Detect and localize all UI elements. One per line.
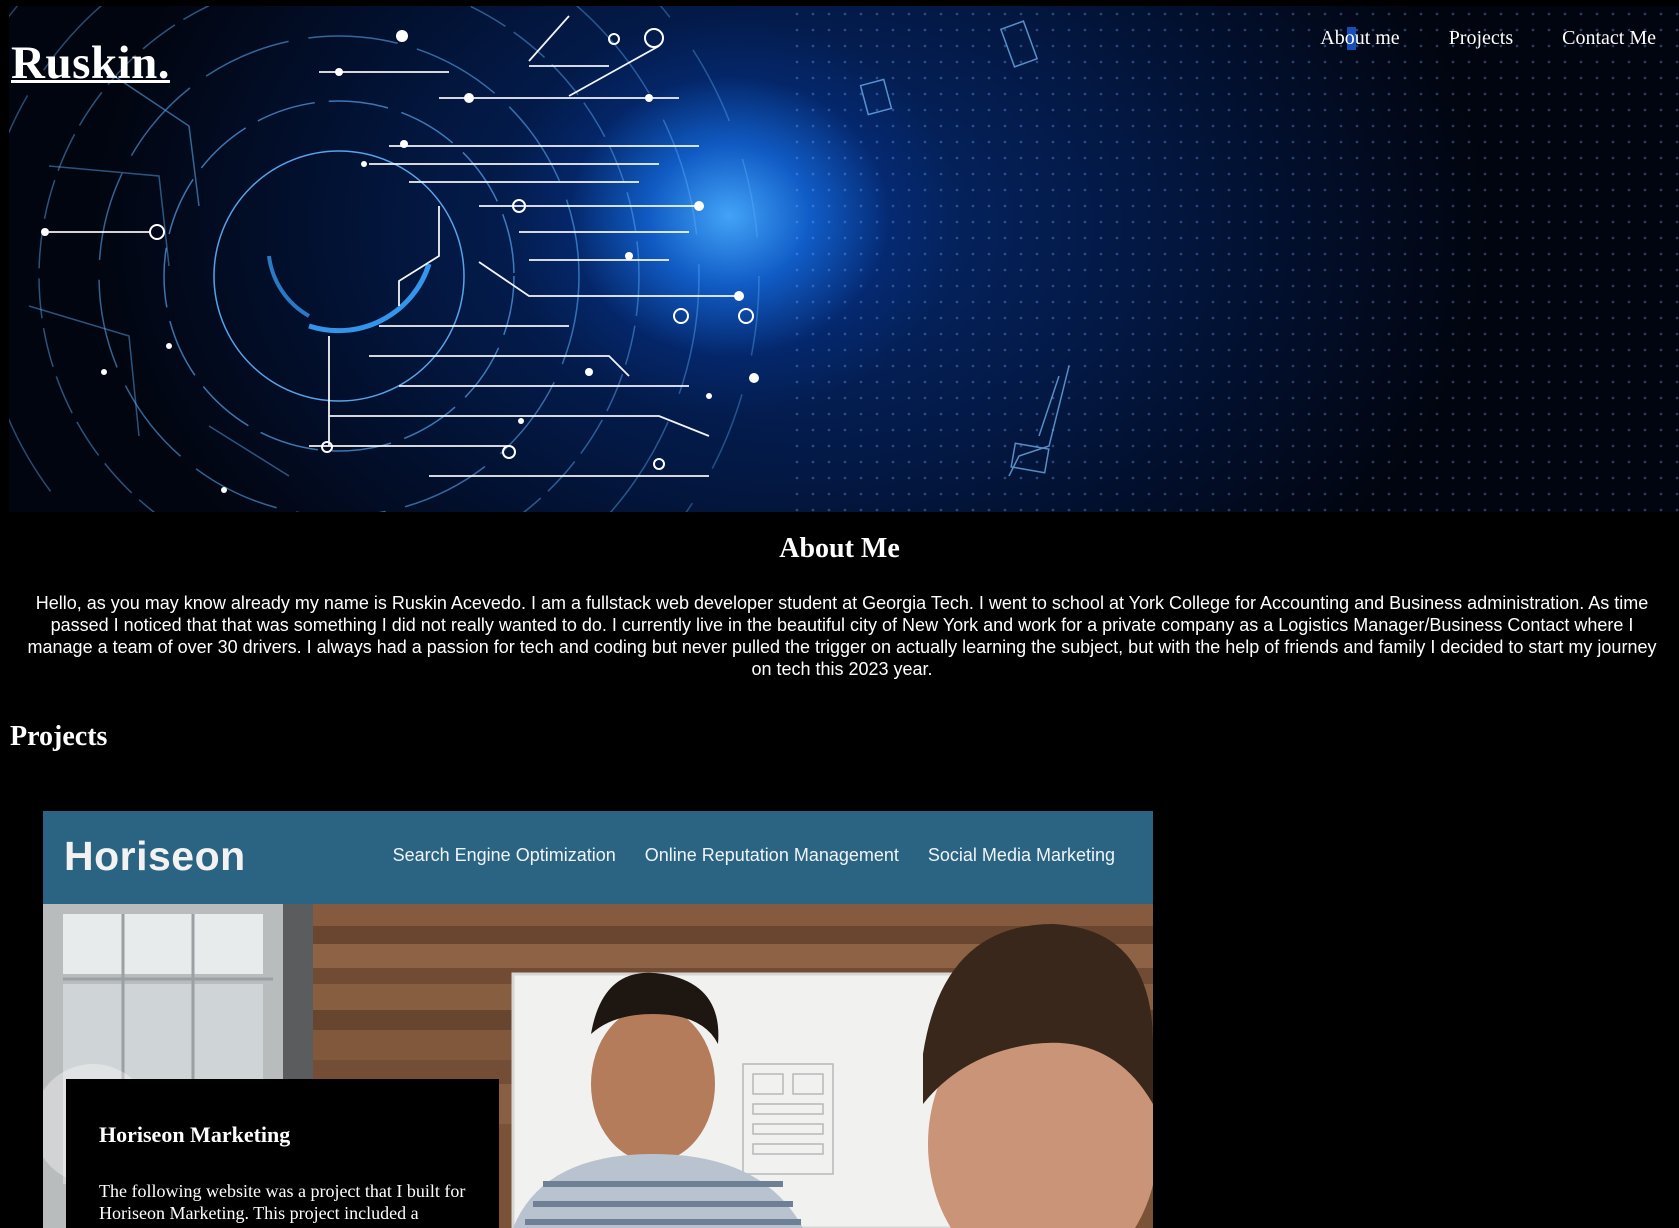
project-card-horiseon[interactable]: Horiseon Search Engine Optimization Onli…: [43, 811, 1153, 1228]
project-info-panel: Horiseon Marketing The following website…: [66, 1079, 499, 1228]
site-brand-logo[interactable]: Ruskin.: [11, 36, 170, 90]
nav-contact-link[interactable]: Contact Me: [1562, 27, 1656, 50]
project-title: Horiseon Marketing: [99, 1122, 291, 1147]
about-paragraph: Hello, as you may know already my name i…: [27, 593, 1657, 679]
circuit-art: [9, 6, 1070, 512]
nav-projects-link[interactable]: Projects: [1449, 27, 1513, 50]
hero-banner: [9, 6, 1679, 512]
main-nav: About me Projects Contact Me: [1320, 27, 1656, 50]
project-screenshot-header: Horiseon Search Engine Optimization Onli…: [43, 811, 1153, 904]
project-description: The following website was a project that…: [99, 1181, 466, 1223]
horiseon-nav-smm: Social Media Marketing: [927, 845, 1115, 865]
projects-heading: Projects: [10, 721, 108, 752]
horiseon-nav-orm: Online Reputation Management: [644, 845, 899, 865]
horiseon-nav-seo: Search Engine Optimization: [392, 845, 616, 865]
nav-about-link[interactable]: About me: [1320, 27, 1399, 50]
horiseon-nav: Search Engine Optimization Online Reputa…: [393, 845, 1115, 866]
horiseon-logo: Horiseon: [64, 833, 246, 879]
about-heading: About Me: [779, 533, 900, 564]
